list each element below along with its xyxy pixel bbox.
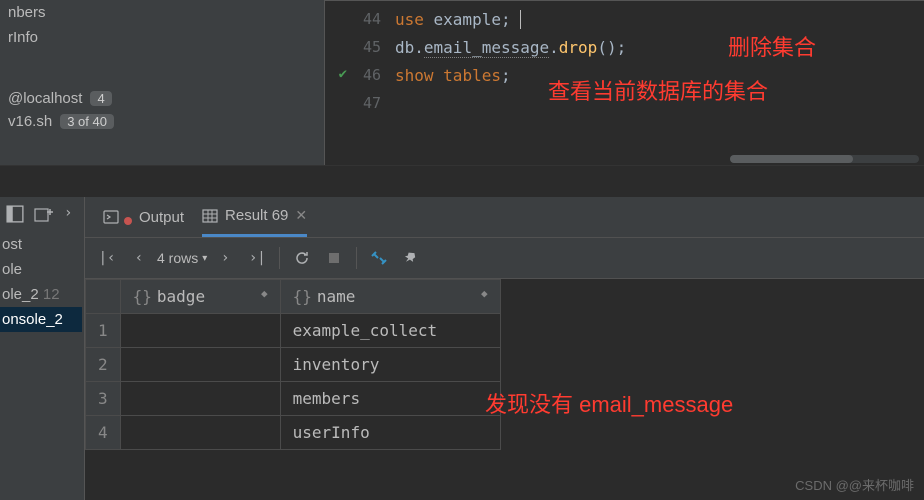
- column-header[interactable]: {}badge◆: [120, 280, 280, 314]
- refresh-icon[interactable]: [288, 244, 316, 272]
- annotation: 删除集合: [728, 30, 816, 62]
- cell[interactable]: [120, 348, 280, 382]
- row-count-dropdown[interactable]: 4 rows▾: [157, 250, 207, 266]
- table-row[interactable]: 2 inventory: [86, 348, 501, 382]
- count-badge: 4: [90, 91, 111, 106]
- checkmark-icon: ✔: [339, 66, 347, 82]
- column-header[interactable]: {}name◆: [280, 280, 500, 314]
- code-line[interactable]: 44use example;: [325, 5, 924, 33]
- prev-page-icon[interactable]: ‹: [125, 244, 153, 272]
- code-line[interactable]: 45db.email_message.drop();: [325, 33, 924, 61]
- tree-item[interactable]: rInfo: [8, 25, 316, 50]
- output-icon: [103, 209, 119, 225]
- cell[interactable]: inventory: [280, 348, 500, 382]
- results-toolbar: |‹ ‹ 4 rows▾ › ›|: [85, 237, 924, 279]
- cell[interactable]: userInfo: [280, 416, 500, 450]
- compare-icon[interactable]: [365, 244, 393, 272]
- cell[interactable]: [120, 416, 280, 450]
- count-badge: 3 of 40: [60, 114, 114, 129]
- stop-icon: [320, 244, 348, 272]
- cell[interactable]: [120, 382, 280, 416]
- tab-label: Result 69: [225, 207, 288, 224]
- tab-label: Output: [139, 209, 184, 226]
- chevron-right-icon[interactable]: ›: [64, 205, 72, 221]
- console-list-item[interactable]: ole: [0, 257, 82, 282]
- line-number: 45: [325, 38, 395, 56]
- horizontal-scrollbar[interactable]: [730, 155, 919, 163]
- table-row[interactable]: 4 userInfo: [86, 416, 501, 450]
- tree-item[interactable]: nbers: [8, 0, 316, 25]
- cell[interactable]: members: [280, 382, 500, 416]
- console-list-item[interactable]: ole_2 12: [0, 282, 82, 307]
- table-icon: [202, 208, 218, 224]
- add-tab-icon[interactable]: [34, 205, 54, 227]
- layout-icon[interactable]: [6, 205, 24, 227]
- next-page-icon[interactable]: ›: [211, 244, 239, 272]
- datasource-label[interactable]: @localhost: [8, 90, 82, 107]
- row-number: 1: [86, 314, 121, 348]
- line-number: 47: [325, 94, 395, 112]
- console-list[interactable]: ostoleole_2 12onsole_2: [0, 232, 82, 332]
- console-list-item[interactable]: onsole_2: [0, 307, 82, 332]
- row-header-corner: [86, 280, 121, 314]
- cell[interactable]: [120, 314, 280, 348]
- tab-result[interactable]: Result 69 ✕: [202, 197, 307, 237]
- line-number: 46✔: [325, 66, 395, 84]
- results-table[interactable]: {}badge◆{}name◆ 1 example_collect 2 inventor…: [85, 279, 501, 450]
- results-panel: Output Result 69 ✕ |‹ ‹ 4 rows▾ › ›| {}b…: [85, 197, 924, 500]
- watermark: CSDN @@来杯咖啡: [795, 475, 914, 494]
- pin-icon[interactable]: [397, 244, 425, 272]
- console-list-item[interactable]: ost: [0, 232, 82, 257]
- first-page-icon[interactable]: |‹: [93, 244, 121, 272]
- tab-output[interactable]: Output: [103, 197, 184, 237]
- table-row[interactable]: 3 members: [86, 382, 501, 416]
- row-number: 2: [86, 348, 121, 382]
- project-tree-panel[interactable]: nbers rInfo @localhost 4 v16.sh 3 of 40: [0, 0, 325, 165]
- row-number: 4: [86, 416, 121, 450]
- annotation: 发现没有 email_message: [485, 387, 733, 419]
- row-number: 3: [86, 382, 121, 416]
- file-label[interactable]: v16.sh: [8, 113, 52, 130]
- line-number: 44: [325, 10, 395, 28]
- cell[interactable]: example_collect: [280, 314, 500, 348]
- close-icon[interactable]: ✕: [295, 207, 307, 224]
- table-row[interactable]: 1 example_collect: [86, 314, 501, 348]
- annotation: 查看当前数据库的集合: [548, 74, 768, 106]
- last-page-icon[interactable]: ›|: [243, 244, 271, 272]
